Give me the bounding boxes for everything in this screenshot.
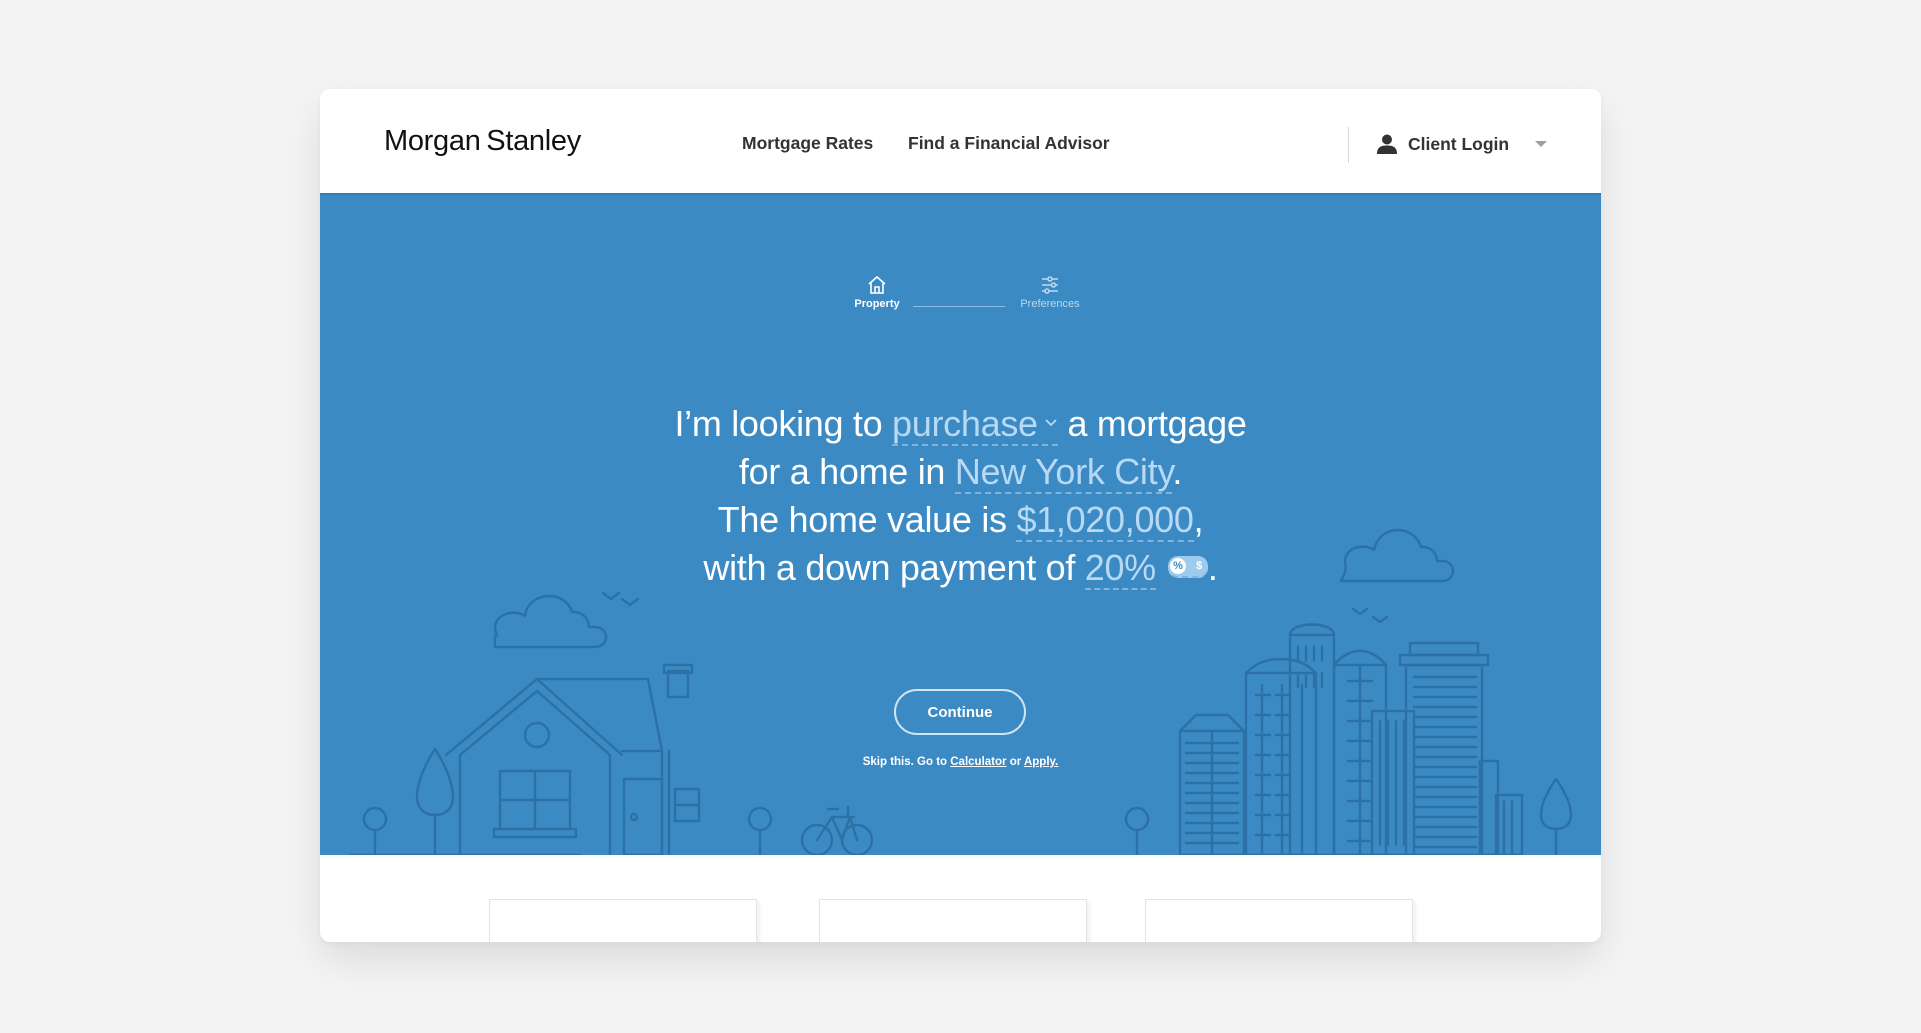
- skip-middle: or: [1006, 756, 1024, 768]
- user-icon: [1377, 134, 1397, 154]
- feature-card[interactable]: [1145, 899, 1413, 942]
- apply-link[interactable]: Apply.: [1024, 756, 1058, 768]
- step-preferences-label: Preferences: [1020, 298, 1080, 310]
- sentence-line-4: with a down payment of 20%% $.: [320, 544, 1601, 592]
- step-property-label: Property: [854, 298, 900, 310]
- skip-prefix: Skip this. Go to: [862, 756, 951, 768]
- feature-card[interactable]: [819, 899, 1087, 942]
- client-login-button[interactable]: Client Login: [1376, 131, 1509, 157]
- site-header: Morgan Stanley Mortgage Rates Find a Fin…: [320, 89, 1601, 195]
- nav-find-financial-advisor[interactable]: Find a Financial Advisor: [908, 133, 1110, 154]
- sentence-text: a mortgage: [1057, 403, 1247, 444]
- sentence-text: with a down payment of: [703, 547, 1085, 588]
- calculator-link[interactable]: Calculator: [950, 756, 1006, 768]
- sentence-text: I’m looking to: [674, 403, 893, 444]
- hero-section: Property Preferences I’m looking to purc…: [320, 195, 1601, 855]
- location-input[interactable]: New York City: [954, 451, 1173, 494]
- sentence-line-2: for a home in New York City.: [320, 448, 1601, 496]
- sliders-icon: [1042, 276, 1058, 294]
- morgan-stanley-logo[interactable]: Morgan Stanley: [384, 125, 581, 158]
- home-icon: [868, 275, 886, 294]
- client-login-label: Client Login: [1408, 133, 1510, 154]
- step-preferences[interactable]: Preferences: [1005, 275, 1095, 310]
- nav-mortgage-rates[interactable]: Mortgage Rates: [742, 133, 873, 154]
- feature-card[interactable]: [489, 899, 757, 942]
- sentence-line-1: I’m looking to purchase a mortgage: [320, 400, 1601, 448]
- sentence-text: .: [1172, 451, 1183, 492]
- home-value-input[interactable]: $1,020,000: [1016, 499, 1194, 542]
- feature-cards: [320, 855, 1601, 942]
- nav-divider: [1348, 127, 1349, 163]
- sentence-text: .: [1207, 547, 1218, 588]
- mortgage-sentence: I’m looking to purchase a mortgage for a…: [320, 400, 1601, 592]
- percent-knob: %: [1169, 558, 1186, 575]
- step-connector: [913, 306, 1005, 307]
- purpose-value: purchase: [892, 403, 1038, 444]
- caret-down-icon[interactable]: [1535, 141, 1547, 147]
- main-card: Morgan Stanley Mortgage Rates Find a Fin…: [320, 89, 1601, 942]
- chevron-down-icon: [1045, 419, 1057, 427]
- percent-dollar-toggle[interactable]: % $: [1167, 556, 1208, 579]
- purpose-dropdown[interactable]: purchase: [892, 403, 1058, 446]
- sentence-text: The home value is: [717, 499, 1017, 540]
- sentence-text: for a home in: [738, 451, 955, 492]
- skip-text: Skip this. Go to Calculator or Apply.: [320, 756, 1601, 768]
- sentence-text: ,: [1193, 499, 1204, 540]
- dollar-option: $: [1196, 560, 1202, 573]
- step-property[interactable]: Property: [847, 275, 907, 310]
- down-payment-input[interactable]: 20%: [1084, 547, 1156, 590]
- continue-button[interactable]: Continue: [894, 689, 1026, 735]
- sentence-line-3: The home value is $1,020,000,: [320, 496, 1601, 544]
